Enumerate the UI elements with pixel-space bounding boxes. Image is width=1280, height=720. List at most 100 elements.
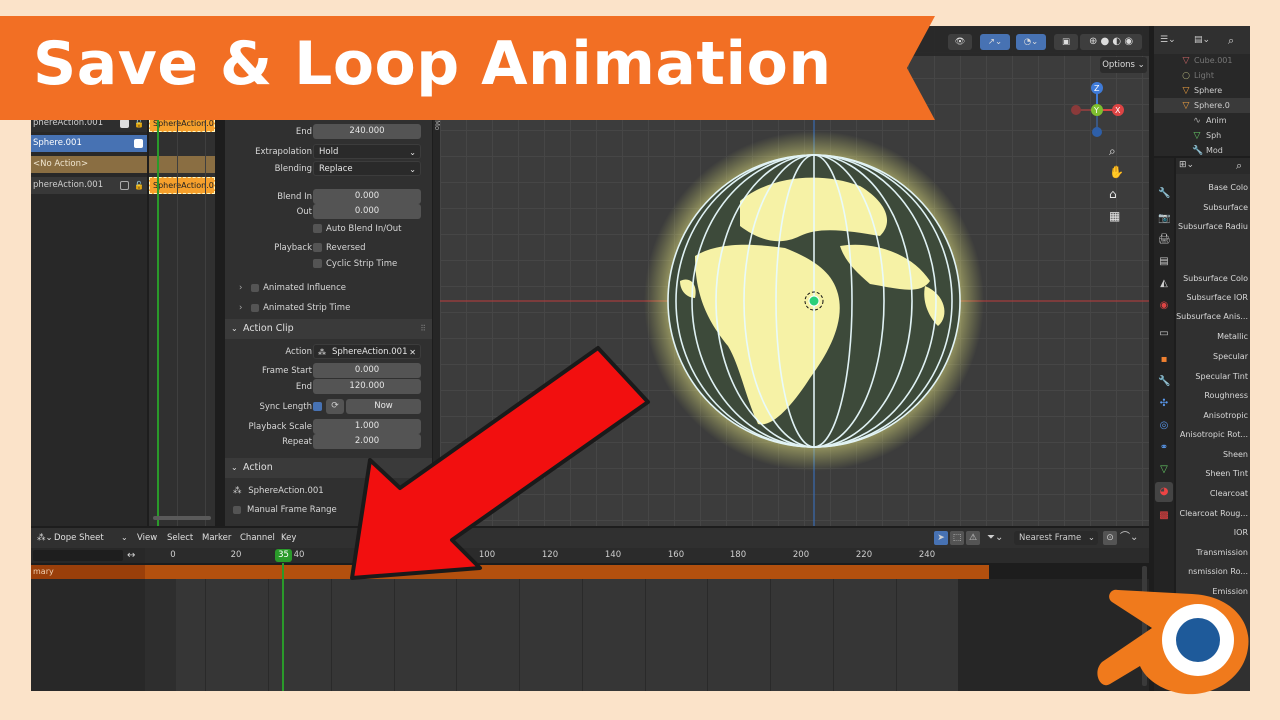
view-layer-icon[interactable]: ▤	[1158, 256, 1170, 268]
blend-out-field[interactable]: 0.000	[313, 204, 421, 219]
menu-view[interactable]: View	[137, 528, 157, 548]
constraints-icon[interactable]: ⚭	[1158, 442, 1170, 454]
collapse-arrow-icon: ⌄	[231, 324, 238, 333]
sync-length-checkbox[interactable]	[313, 402, 322, 411]
sheen-label: Sheen	[1222, 450, 1248, 459]
snap-mode-select[interactable]: Nearest Frame ⌄	[1014, 531, 1098, 545]
outliner-item-anim[interactable]: Anim	[1206, 113, 1227, 128]
world-icon[interactable]: ◉	[1158, 300, 1170, 312]
options-dropdown[interactable]: Options ⌄	[1100, 57, 1147, 73]
auto-blend-checkbox[interactable]	[313, 224, 322, 233]
menu-select[interactable]: Select	[167, 528, 193, 548]
outliner-item-cube[interactable]: Cube.001	[1194, 53, 1232, 68]
blending-select[interactable]: Replace ⌄	[313, 161, 421, 176]
menu-channel[interactable]: Channel	[240, 528, 275, 548]
particles-icon[interactable]: ✣	[1158, 398, 1170, 410]
object-checkbox[interactable]	[134, 139, 143, 148]
manual-frame-range-checkbox[interactable]	[233, 506, 241, 514]
tick-label: 180	[729, 550, 747, 560]
nla-object-row[interactable]: Sphere.001	[31, 135, 147, 152]
zoom-icon[interactable]: ⌕	[1109, 144, 1116, 158]
material-icon[interactable]: ◕	[1158, 486, 1170, 498]
outliner: ☰⌄ ▤⌄ ⌕ ▽ Cube.001 ○ Light ▽ Sphere ▽ Sp…	[1154, 26, 1250, 156]
grid-view-icon[interactable]: ▦	[1109, 209, 1120, 223]
nla-track[interactable]: phereAction.001 🔓	[31, 177, 147, 194]
mesh-data-icon: ▽	[1193, 131, 1201, 141]
grid-line	[707, 579, 708, 691]
object-icon: ▽	[1182, 101, 1190, 111]
channel-search-row: ↔	[31, 548, 145, 563]
options-label: Options	[1102, 60, 1135, 70]
horizontal-scrollbar[interactable]	[153, 516, 211, 520]
playhead-line[interactable]	[282, 563, 284, 691]
action-icon: ⁂	[318, 348, 326, 357]
scene-icon[interactable]: ◭	[1158, 278, 1170, 290]
render-icon[interactable]: 📷	[1158, 213, 1170, 225]
search-icon[interactable]: ⌕	[1228, 34, 1234, 48]
collection-icon[interactable]: ▭	[1158, 328, 1170, 340]
dopesheet-mode-select[interactable]: Dope Sheet	[54, 528, 104, 548]
track-checkbox[interactable]	[120, 181, 129, 190]
object-props-icon[interactable]: ▪	[1158, 354, 1170, 366]
blend-in-field[interactable]: 0.000	[313, 189, 421, 204]
nla-no-action-row[interactable]: <No Action>	[31, 156, 147, 173]
outliner-item-sphere-001[interactable]: Sphere.0	[1194, 98, 1230, 113]
metallic-label: Metallic	[1217, 332, 1248, 341]
current-frame-indicator[interactable]: 35	[275, 549, 292, 562]
editor-type-icon[interactable]: ⊞⌄	[1179, 160, 1194, 170]
outliner-item-mesh[interactable]: Sph	[1206, 128, 1221, 143]
animated-influence-checkbox[interactable]	[251, 284, 259, 292]
texture-icon[interactable]: ▩	[1158, 510, 1170, 522]
animated-strip-time-checkbox[interactable]	[251, 304, 259, 312]
chevron-right-icon: ›	[239, 283, 243, 293]
search-icon[interactable]: ⌕	[1236, 159, 1242, 173]
modifier-props-icon[interactable]: 🔧	[1158, 376, 1170, 388]
proportional-edit-icon[interactable]: ⊙	[1103, 531, 1117, 545]
output-icon[interactable]: 🖨	[1158, 234, 1171, 246]
outliner-item-modifiers[interactable]: Mod	[1206, 143, 1223, 158]
reversed-checkbox[interactable]	[313, 243, 322, 252]
editor-type-icon[interactable]: ⁂⌄	[37, 528, 53, 548]
outliner-item-sphere[interactable]: Sphere	[1194, 83, 1222, 98]
dopesheet-channels	[31, 579, 145, 691]
cyclic-checkbox[interactable]	[313, 259, 322, 268]
grid-line	[268, 579, 269, 691]
navigation-gizmo[interactable]: Z X Y	[1071, 82, 1124, 137]
channel-search-input[interactable]	[33, 550, 123, 561]
menu-marker[interactable]: Marker	[202, 528, 231, 548]
track-checkbox[interactable]	[120, 119, 129, 128]
pan-hand-icon[interactable]: ✋	[1109, 165, 1124, 179]
animated-influence-row[interactable]: › Animated Influence	[239, 280, 346, 296]
action-section-title: Action	[243, 462, 273, 473]
origin-point[interactable]	[808, 295, 820, 307]
sheen-tint-label: Sheen Tint	[1205, 469, 1248, 478]
end-label: End	[295, 127, 312, 137]
end-row: End 240.000	[225, 124, 432, 140]
warning-icon[interactable]: ⚠	[966, 531, 980, 545]
physics-icon[interactable]: ◎	[1158, 420, 1170, 432]
lock-icon[interactable]: 🔓	[134, 177, 144, 194]
xray-icon[interactable]: ▣	[1054, 34, 1078, 50]
tool-icon[interactable]: 🔧	[1158, 188, 1170, 200]
subsurface-radius-label: Subsurface Radiu	[1178, 222, 1248, 231]
outliner-item-light[interactable]: Light	[1194, 68, 1214, 83]
action-clip-title: Action Clip	[243, 323, 294, 334]
editor-type-icon[interactable]: ☰⌄	[1160, 35, 1176, 45]
manual-frame-range-label: Manual Frame Range	[247, 505, 337, 515]
menu-key[interactable]: Key	[281, 528, 296, 548]
animated-strip-time-row[interactable]: › Animated Strip Time	[239, 300, 350, 316]
select-tool-icon[interactable]: ➤	[934, 531, 948, 545]
display-mode-icon[interactable]: ▤⌄	[1194, 35, 1210, 45]
camera-icon[interactable]: ⌂	[1109, 187, 1117, 201]
visibility-icon[interactable]: 👁	[948, 34, 972, 50]
shading-modes[interactable]: ⊕ ● ◐ ◉	[1080, 34, 1142, 50]
falloff-icon[interactable]: ⌒⌄	[1120, 531, 1138, 545]
overlay-toggle-icon[interactable]: ◔⌄	[1016, 34, 1046, 50]
expand-arrows-icon[interactable]: ↔	[127, 548, 135, 563]
end-field[interactable]: 240.000	[313, 124, 421, 139]
filter-icon[interactable]: ⏷⌄	[987, 531, 1003, 545]
gizmo-toggle-icon[interactable]: ↗⌄	[980, 34, 1010, 50]
mesh-data-props-icon[interactable]: ▽	[1158, 464, 1170, 476]
box-select-icon[interactable]: ⬚	[950, 531, 964, 545]
extrapolation-select[interactable]: Hold ⌄	[313, 144, 421, 159]
